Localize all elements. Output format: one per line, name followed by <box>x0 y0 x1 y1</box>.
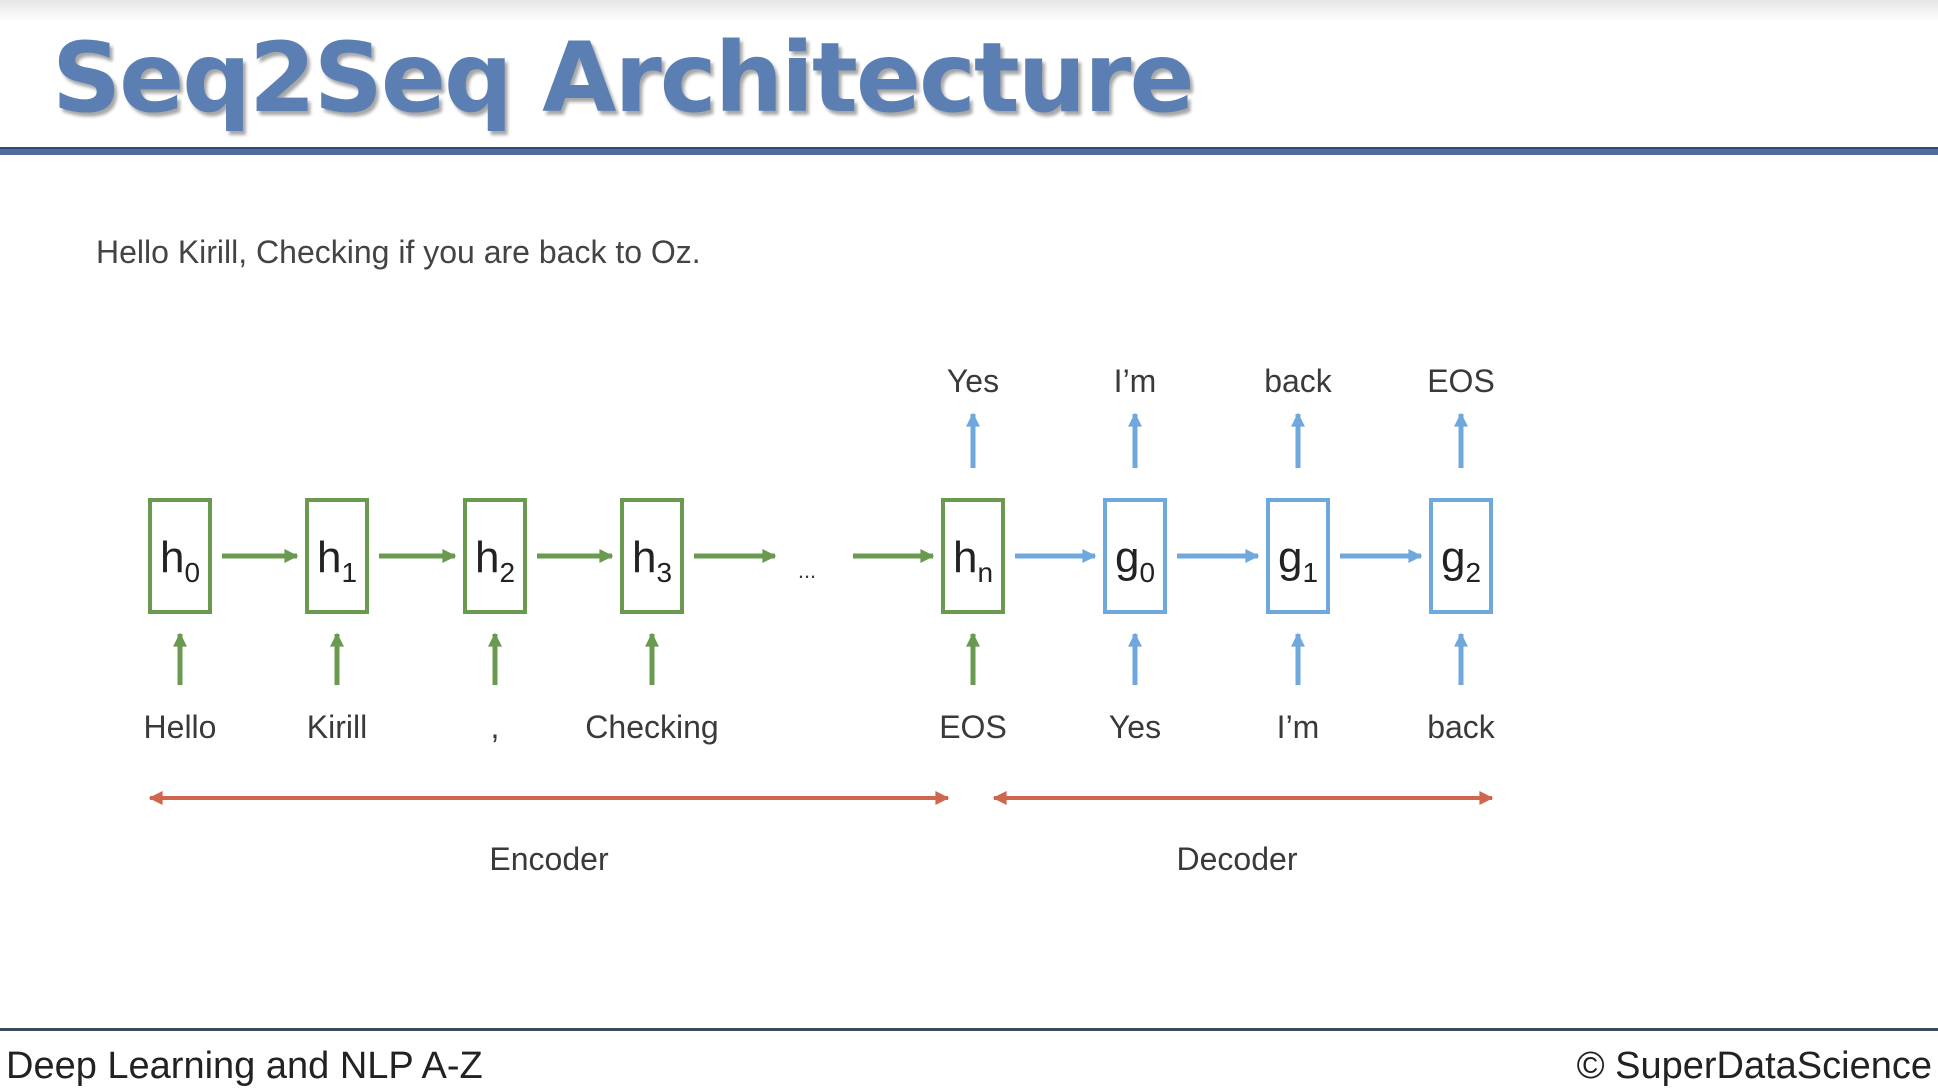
decoder-input-token-1: I’m <box>1277 709 1320 745</box>
decoder-input-token-2: back <box>1427 709 1496 745</box>
decoder-output-token-2: EOS <box>1427 363 1495 399</box>
footer-divider <box>0 1028 1938 1031</box>
seq2seq-diagram: h0Helloh1Kirillh2,h3Checking... hnEOSYesg… <box>144 363 1496 877</box>
decoder-label: Decoder <box>1177 841 1298 877</box>
encoder-input-token-0: Hello <box>144 709 217 745</box>
ellipsis-text: ... <box>798 558 816 583</box>
decoder-output-token-0: I’m <box>1114 363 1157 399</box>
encoder-final-input-token: EOS <box>939 709 1007 745</box>
decoder-input-token-0: Yes <box>1109 709 1161 745</box>
encoder-final-output-token: Yes <box>947 363 999 399</box>
footer-course-name: Deep Learning and NLP A-Z <box>6 1045 483 1087</box>
decoder-output-token-1: back <box>1264 363 1333 399</box>
encoder-input-token-2: , <box>491 709 500 745</box>
encoder-input-token-1: Kirill <box>307 709 367 745</box>
encoder-input-token-3: Checking <box>585 709 718 745</box>
footer-copyright: © SuperDataScience <box>1576 1045 1932 1087</box>
encoder-label: Encoder <box>489 841 609 877</box>
